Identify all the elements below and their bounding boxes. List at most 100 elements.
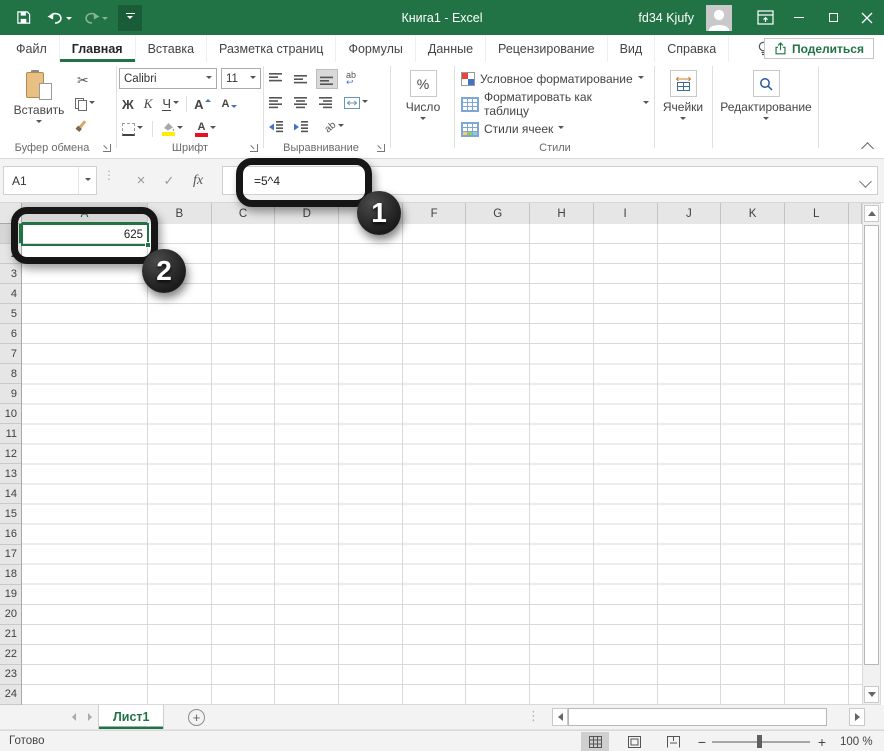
grid-column[interactable] [594,224,658,705]
tab-page-layout[interactable]: Разметка страниц [207,35,336,62]
row-header[interactable]: 6 [0,324,21,344]
copy-button[interactable] [72,94,98,114]
row-header[interactable]: 10 [0,404,21,424]
cell-styles-button[interactable]: Стили ячеек [458,119,567,139]
grid-column[interactable] [403,224,467,705]
scroll-up-button[interactable] [864,205,879,222]
tab-formulas[interactable]: Формулы [336,35,415,62]
editing-dropdown-icon[interactable] [763,117,769,123]
zoom-level[interactable]: 100 % [840,731,873,751]
column-header[interactable]: K [721,203,785,224]
align-bottom-button[interactable] [316,69,338,89]
font-size-select[interactable]: 11 [221,68,261,89]
grid-column[interactable] [22,224,148,705]
normal-view-button[interactable] [581,732,609,751]
customize-quick-access-button[interactable] [118,5,142,31]
maximize-button[interactable] [816,0,850,35]
decrease-indent-button[interactable] [266,117,286,137]
underline-dropdown-icon[interactable] [173,101,179,107]
avatar[interactable] [706,5,732,31]
grid-column[interactable] [148,224,212,705]
grid-column[interactable] [466,224,530,705]
tab-home[interactable]: Главная [60,35,136,62]
align-middle-button[interactable] [291,69,311,89]
wrap-text-button[interactable]: ab ↩ [343,69,359,89]
vertical-scrollbar[interactable] [862,203,881,705]
insert-function-button[interactable]: fx [185,166,211,195]
conditional-formatting-button[interactable]: Условное форматирование [458,69,647,89]
zoom-slider-thumb[interactable] [757,735,762,748]
clipboard-dialog-launcher[interactable] [103,144,111,152]
new-sheet-button[interactable]: + [188,709,205,726]
row-header[interactable]: 20 [0,605,21,625]
editing-button[interactable]: Редактирование [724,66,808,123]
merge-center-button[interactable] [341,93,371,113]
collapse-ribbon-button[interactable] [861,142,874,155]
fill-color-button[interactable] [159,119,186,139]
previous-sheet-button[interactable] [68,711,80,723]
grid-column[interactable] [785,224,849,705]
row-header[interactable]: 19 [0,585,21,605]
page-layout-view-button[interactable] [620,732,648,751]
fill-color-dropdown-icon[interactable] [177,126,183,132]
decrease-font-button[interactable]: A [218,94,240,114]
row-header[interactable]: 7 [0,344,21,364]
row-header[interactable]: 3 [0,264,21,284]
grid-column[interactable] [212,224,276,705]
borders-button[interactable] [119,119,146,139]
formula-bar-resizer[interactable]: ⋮ [103,168,115,182]
scroll-down-button[interactable] [864,686,879,703]
merge-dropdown-icon[interactable] [362,100,368,106]
paste-button[interactable]: Вставить [10,66,68,126]
row-header[interactable]: 5 [0,304,21,324]
minimize-button[interactable] [782,0,816,35]
increase-font-button[interactable]: A [191,94,214,114]
grid-body[interactable] [22,224,862,705]
user-name[interactable]: fd34 Kjufy [638,11,694,25]
tab-help[interactable]: Справка [655,35,729,62]
row-header[interactable]: 23 [0,665,21,685]
alignment-dialog-launcher[interactable] [377,144,385,152]
cell-styles-dropdown-icon[interactable] [558,126,564,132]
orientation-button[interactable]: ab [322,117,347,137]
borders-dropdown-icon[interactable] [137,126,143,132]
row-header[interactable]: 14 [0,484,21,504]
row-header[interactable]: 12 [0,444,21,464]
format-as-table-button[interactable]: Форматировать как таблицу [458,94,652,114]
row-header[interactable]: 21 [0,625,21,645]
row-header[interactable]: 22 [0,645,21,665]
name-box-dropdown[interactable] [78,167,96,194]
row-header[interactable]: 8 [0,364,21,384]
grid-column[interactable] [275,224,339,705]
row-header[interactable]: 16 [0,524,21,544]
paste-dropdown-icon[interactable] [36,120,42,126]
share-button[interactable]: Поделиться [764,38,874,59]
scroll-left-button[interactable] [552,708,568,726]
cancel-button[interactable]: × [128,166,154,195]
align-left-button[interactable] [266,93,286,113]
font-name-select[interactable]: Calibri [119,68,217,89]
vertical-scroll-thumb[interactable] [864,225,879,665]
grid-column[interactable] [530,224,594,705]
cut-button[interactable]: ✂ [74,70,92,90]
row-header[interactable]: 15 [0,504,21,524]
column-header-partial[interactable] [849,203,862,224]
enter-button[interactable]: ✓ [156,166,182,195]
zoom-in-button[interactable]: + [814,731,830,751]
tab-data[interactable]: Данные [416,35,486,62]
cells-dropdown-icon[interactable] [680,117,686,123]
font-color-dropdown-icon[interactable] [210,126,216,132]
row-header[interactable]: 9 [0,384,21,404]
tab-file[interactable]: Файл [0,35,60,62]
copy-dropdown-icon[interactable] [89,101,95,107]
orientation-dropdown-icon[interactable] [338,124,344,130]
redo-dropdown-icon[interactable] [102,17,108,23]
align-top-button[interactable] [266,69,286,89]
grid-column[interactable] [658,224,722,705]
tab-review[interactable]: Рецензирование [486,35,608,62]
row-header[interactable]: 17 [0,545,21,565]
align-right-button[interactable] [316,93,336,113]
increase-indent-button[interactable] [291,117,311,137]
font-dialog-launcher[interactable] [250,144,258,152]
column-header[interactable]: F [403,203,467,224]
